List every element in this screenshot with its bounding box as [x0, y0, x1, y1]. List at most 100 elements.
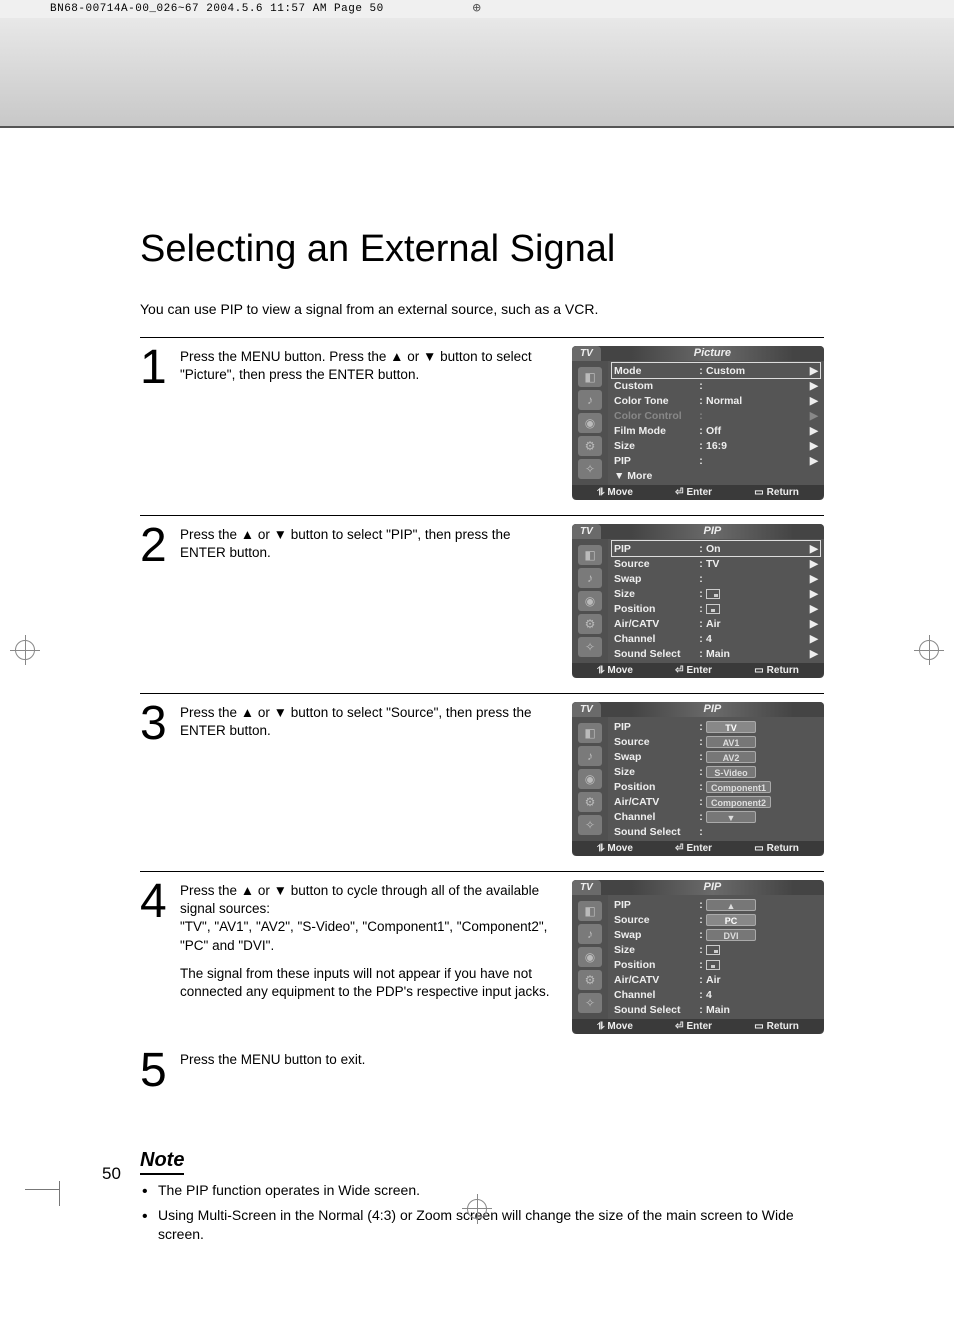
osd-colon: :	[696, 989, 706, 1001]
step-1-number: 1	[140, 346, 165, 389]
chevron-right-icon: ▶	[808, 440, 818, 452]
osd-menu-row: PIP : TV	[612, 719, 820, 734]
osd-colon: :	[696, 796, 706, 808]
channel-icon: ◉	[578, 947, 602, 967]
osd-menu-row: PIP : ▶	[612, 453, 820, 468]
osd-move-hint: ⥮ Move	[597, 487, 633, 498]
setup-icon: ⚙	[578, 792, 602, 812]
osd-tv-tab: TV	[572, 880, 601, 895]
updown-icon: ⥮	[597, 487, 604, 498]
enter-icon: ⏎	[675, 1021, 683, 1032]
osd-header: TV PIP	[572, 880, 824, 895]
osd-colon: :	[696, 811, 706, 823]
osd-menu-row: Source : AV1	[612, 734, 820, 749]
osd-colon: :	[696, 425, 706, 437]
osd-return-hint: ▭ Return	[754, 665, 799, 676]
osd-menu-row: Sound Select : Main	[612, 1002, 820, 1017]
step-5-text: Press the MENU button to exit.	[180, 1049, 824, 1092]
osd-value: Main	[706, 648, 730, 660]
osd-menu-row: Air/CATV : Air	[612, 972, 820, 987]
return-icon: ▭	[754, 1021, 763, 1032]
osd-colon: :	[696, 914, 706, 926]
osd-sidebar: ◧ ♪ ◉ ⚙ ✧	[572, 895, 608, 1019]
pip-position-icon	[706, 589, 720, 599]
osd-header: TV PIP	[572, 702, 824, 717]
osd-colon: :	[696, 558, 706, 570]
osd-colon: :	[696, 380, 706, 392]
osd-value: Normal	[706, 395, 742, 407]
step-3-number: 3	[140, 702, 165, 745]
osd-menu-row: Swap : AV2	[612, 749, 820, 764]
osd-label: Air/CATV	[614, 618, 696, 630]
osd-tv-tab: TV	[572, 346, 601, 361]
osd-colon: :	[696, 588, 706, 600]
osd-label: Size	[614, 588, 696, 600]
osd-label: Sound Select	[614, 826, 696, 838]
osd-menu: PIP : On ▶ Source : TV ▶ Swap : ▶ Size :…	[608, 539, 824, 663]
osd-label: Air/CATV	[614, 796, 696, 808]
osd-label: Position	[614, 781, 696, 793]
osd-tv-tab: TV	[572, 524, 601, 539]
osd-label: Size	[614, 440, 696, 452]
osd-value: Custom	[706, 365, 745, 377]
osd-label: Source	[614, 736, 696, 748]
osd-option-pill: ▲	[706, 899, 756, 911]
osd-sidebar: ◧ ♪ ◉ ⚙ ✧	[572, 539, 608, 663]
crop-header-text: BN68-00714A-00_026~67 2004.5.6 11:57 AM …	[50, 3, 384, 15]
osd-menu-row: PIP : ▲	[612, 897, 820, 912]
chevron-right-icon: ▶	[808, 425, 818, 437]
chevron-right-icon: ▶	[808, 618, 818, 630]
osd-menu-row: Swap : ▶	[612, 571, 820, 586]
setup-icon: ⚙	[578, 614, 602, 634]
function-icon: ✧	[578, 459, 602, 479]
osd-menu-row: Source : PC	[612, 912, 820, 927]
osd-move-hint: ⥮ Move	[597, 665, 633, 676]
channel-icon: ◉	[578, 769, 602, 789]
osd-menu-row: Size :	[612, 942, 820, 957]
osd-return-hint: ▭ Return	[754, 843, 799, 854]
osd-colon: :	[696, 633, 706, 645]
step-4-text: Press the ▲ or ▼ button to cycle through…	[180, 880, 557, 1011]
osd-title: PIP	[611, 880, 814, 895]
note-section: Note The PIP function operates in Wide s…	[140, 1149, 824, 1244]
osd-label: PIP	[614, 455, 696, 467]
sound-icon: ♪	[578, 746, 602, 766]
osd-screen-pip-main: TV PIP ◧ ♪ ◉ ⚙ ✧ PIP : On ▶ Source : TV …	[572, 524, 824, 678]
step-5: 5 Press the MENU button to exit.	[140, 1049, 824, 1109]
osd-colon: :	[696, 618, 706, 630]
osd-label: Position	[614, 603, 696, 615]
osd-label: Size	[614, 944, 696, 956]
chevron-right-icon: ▶	[808, 395, 818, 407]
osd-option-pill: AV2	[706, 751, 756, 763]
osd-enter-hint: ⏎ Enter	[675, 843, 712, 854]
osd-label: Swap	[614, 751, 696, 763]
osd-label: Channel	[614, 989, 696, 1001]
osd-title: PIP	[611, 702, 814, 717]
osd-colon: :	[696, 603, 706, 615]
osd-header: TV Picture	[572, 346, 824, 361]
osd-colon: :	[696, 721, 706, 733]
step-1: 1 Press the MENU button. Press the ▲ or …	[140, 337, 824, 515]
osd-screen-picture: TV Picture ◧ ♪ ◉ ⚙ ✧ Mode : Custom ▶ Cus…	[572, 346, 824, 500]
osd-menu-row: Air/CATV : Air ▶	[612, 616, 820, 631]
pip-position-icon	[706, 604, 720, 614]
osd-menu-row: Size : 16:9 ▶	[612, 438, 820, 453]
osd-menu-row: Mode : Custom ▶	[612, 363, 820, 378]
osd-menu-row: Sound Select :	[612, 824, 820, 839]
chevron-right-icon: ▶	[808, 455, 818, 467]
return-icon: ▭	[754, 487, 763, 498]
osd-option-pill: TV	[706, 721, 756, 733]
chevron-right-icon: ▶	[808, 603, 818, 615]
osd-colon: :	[696, 573, 706, 585]
picture-icon: ◧	[578, 545, 602, 565]
enter-icon: ⏎	[675, 487, 683, 498]
enter-icon: ⏎	[675, 665, 683, 676]
osd-menu: PIP : ▲ Source : PC Swap : DVI Size : Po…	[608, 895, 824, 1019]
step-2-text: Press the ▲ or ▼ button to select "PIP",…	[180, 524, 557, 567]
step-3-text: Press the ▲ or ▼ button to select "Sourc…	[180, 702, 557, 745]
step-2: 2 Press the ▲ or ▼ button to select "PIP…	[140, 515, 824, 693]
osd-title: Picture	[611, 346, 814, 361]
setup-icon: ⚙	[578, 436, 602, 456]
page-title: Selecting an External Signal	[140, 228, 824, 271]
osd-menu-row: Film Mode : Off ▶	[612, 423, 820, 438]
